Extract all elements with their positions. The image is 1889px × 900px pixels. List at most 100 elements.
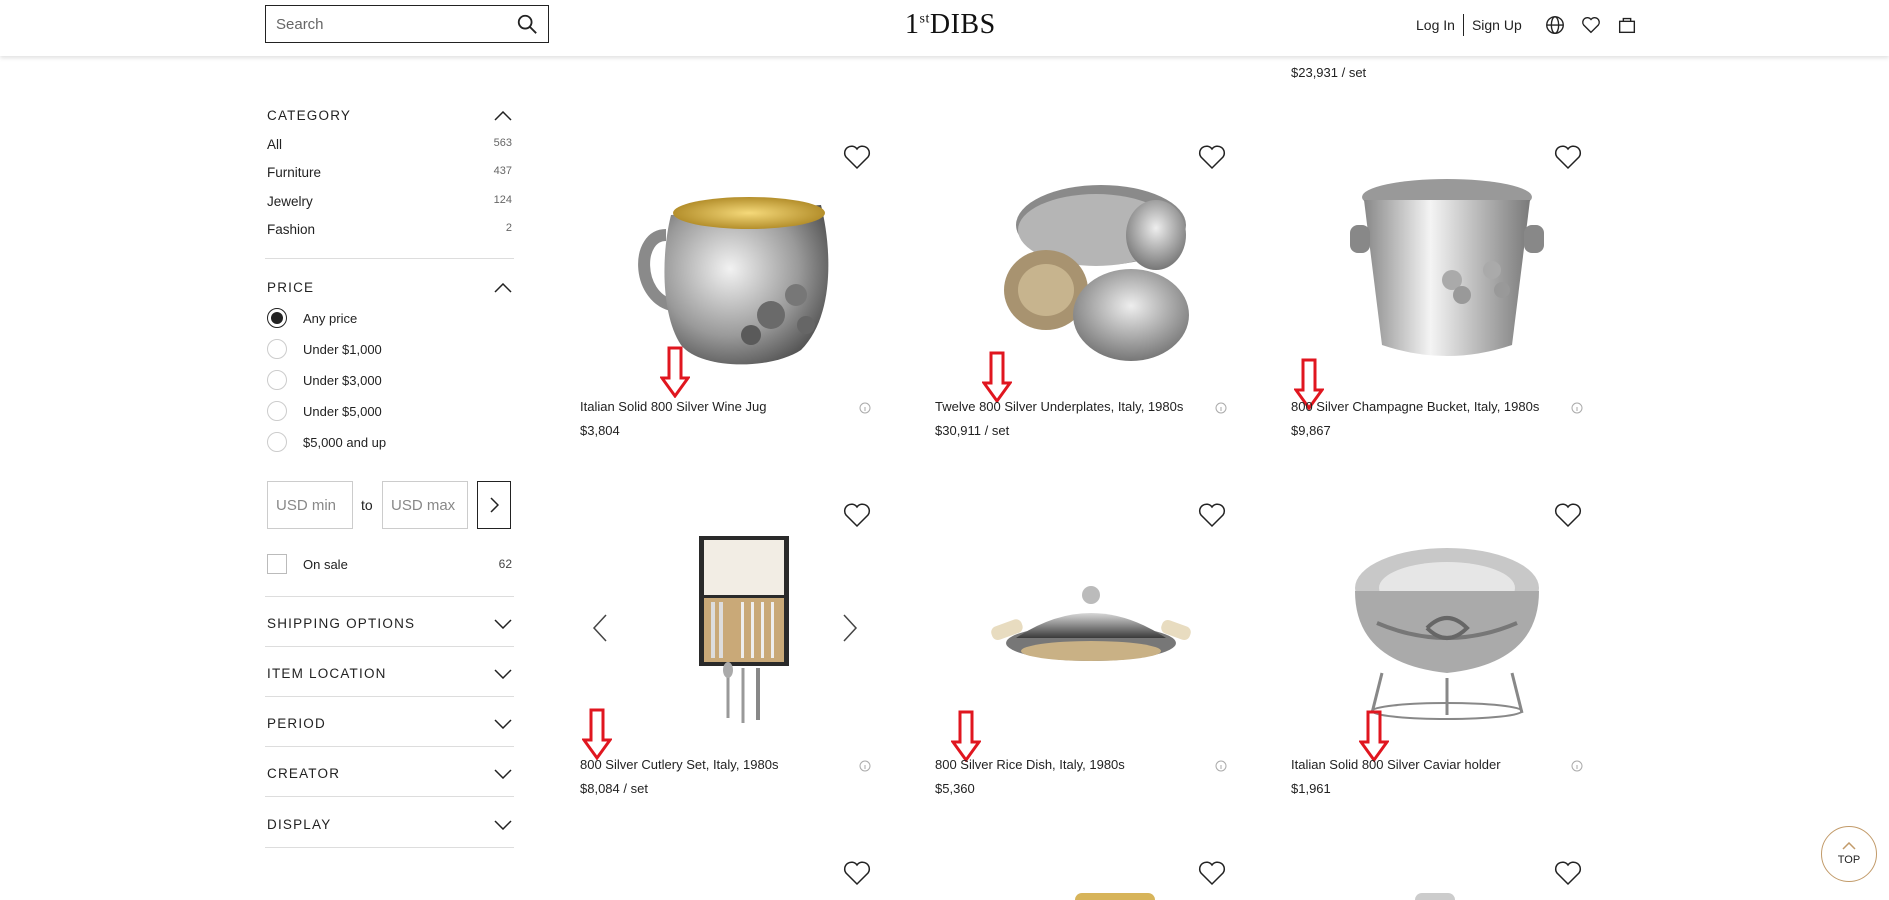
radio-button[interactable] <box>267 432 287 452</box>
bag-icon[interactable] <box>1616 14 1638 36</box>
price-option-5000-up[interactable]: $5,000 and up <box>267 432 386 452</box>
favorite-heart-icon[interactable] <box>843 860 871 886</box>
price-option-under-1000[interactable]: Under $1,000 <box>267 339 382 359</box>
product-image[interactable] <box>932 140 1250 400</box>
chevron-down-icon <box>494 768 512 779</box>
heart-icon[interactable] <box>1580 14 1602 36</box>
category-header[interactable]: CATEGORY <box>267 108 512 123</box>
search-input[interactable] <box>276 15 516 33</box>
radio-button[interactable] <box>267 339 287 359</box>
to-label: to <box>361 497 373 513</box>
product-card[interactable]: Italian Solid 800 Silver Caviar holder $… <box>1288 498 1606 808</box>
product-image[interactable] <box>577 140 895 400</box>
login-link[interactable]: Log In <box>1416 17 1455 33</box>
nav-separator <box>1462 14 1464 36</box>
globe-icon[interactable] <box>1544 14 1566 36</box>
on-sale-checkbox[interactable] <box>267 554 287 574</box>
info-icon[interactable] <box>1215 760 1227 772</box>
category-count: 437 <box>493 165 512 177</box>
underplates-image <box>1004 185 1189 361</box>
chevron-right-icon <box>490 497 499 513</box>
info-icon[interactable] <box>859 402 871 414</box>
divider <box>265 696 514 697</box>
favorite-heart-icon[interactable] <box>843 144 871 170</box>
category-item-jewelry[interactable]: Jewelry 124 <box>267 194 512 209</box>
section-item-location[interactable]: ITEM LOCATION <box>267 666 512 681</box>
category-item-fashion[interactable]: Fashion 2 <box>267 222 512 237</box>
product-price: $1,961 <box>1291 781 1331 796</box>
search-box[interactable] <box>265 5 549 43</box>
price-apply-button[interactable] <box>477 481 511 529</box>
category-label: All <box>267 137 283 152</box>
chevron-up-icon[interactable] <box>494 282 512 293</box>
carousel-next-icon[interactable] <box>840 613 860 643</box>
divider <box>265 596 514 597</box>
category-item-furniture[interactable]: Furniture 437 <box>267 165 512 180</box>
radio-button[interactable] <box>267 308 287 328</box>
carousel-prev-icon[interactable] <box>590 613 610 643</box>
favorite-heart-icon[interactable] <box>1554 860 1582 886</box>
info-icon[interactable] <box>1215 402 1227 414</box>
info-icon[interactable] <box>1571 760 1583 772</box>
favorite-heart-icon[interactable] <box>1198 860 1226 886</box>
radio-button[interactable] <box>267 370 287 390</box>
section-period[interactable]: PERIOD <box>267 716 512 731</box>
price-option-under-3000[interactable]: Under $3,000 <box>267 370 382 390</box>
product-title[interactable]: Italian Solid 800 Silver Caviar holder <box>1291 757 1501 772</box>
category-count: 2 <box>505 222 512 234</box>
chevron-up-icon[interactable] <box>494 110 512 121</box>
back-to-top-button[interactable]: TOP <box>1821 826 1877 882</box>
product-title[interactable]: 800 Silver Cutlery Set, Italy, 1980s <box>580 757 778 772</box>
section-creator[interactable]: CREATOR <box>267 766 512 781</box>
rice-dish-image <box>991 586 1191 661</box>
product-card[interactable]: 800 Silver Cutlery Set, Italy, 1980s $8,… <box>577 498 895 808</box>
partial-product-image <box>1075 893 1155 900</box>
section-display[interactable]: DISPLAY <box>267 817 512 832</box>
product-image[interactable] <box>1288 498 1606 758</box>
search-icon[interactable] <box>516 13 538 35</box>
section-title: ITEM LOCATION <box>267 666 387 681</box>
site-logo[interactable]: 1stDIBS <box>905 9 996 41</box>
product-card[interactable]: 800 Silver Champagne Bucket, Italy, 1980… <box>1288 140 1606 450</box>
divider <box>265 796 514 797</box>
category-count: 124 <box>493 194 512 206</box>
divider <box>265 847 514 848</box>
chevron-down-icon <box>494 618 512 629</box>
section-title: PERIOD <box>267 716 326 731</box>
chevron-up-icon <box>1842 842 1856 850</box>
favorite-heart-icon[interactable] <box>843 502 871 528</box>
product-title[interactable]: 800 Silver Rice Dish, Italy, 1980s <box>935 757 1125 772</box>
section-shipping-options[interactable]: SHIPPING OPTIONS <box>267 616 512 631</box>
category-label: Jewelry <box>267 194 313 209</box>
product-price: $9,867 <box>1291 423 1331 438</box>
section-title: DISPLAY <box>267 817 332 832</box>
price-min-input[interactable] <box>267 481 353 529</box>
favorite-heart-icon[interactable] <box>1554 144 1582 170</box>
chevron-down-icon <box>494 819 512 830</box>
category-item-all[interactable]: All 563 <box>267 137 512 152</box>
info-icon[interactable] <box>1571 402 1583 414</box>
signup-link[interactable]: Sign Up <box>1472 17 1522 33</box>
product-card[interactable]: Twelve 800 Silver Underplates, Italy, 19… <box>932 140 1250 450</box>
price-option-any[interactable]: Any price <box>267 308 357 328</box>
favorite-heart-icon[interactable] <box>1554 502 1582 528</box>
product-title[interactable]: Twelve 800 Silver Underplates, Italy, 19… <box>935 399 1183 414</box>
radio-label: $5,000 and up <box>303 434 387 450</box>
product-image[interactable] <box>1288 140 1606 400</box>
info-icon[interactable] <box>859 760 871 772</box>
product-card[interactable]: Italian Solid 800 Silver Wine Jug $3,804 <box>577 140 895 450</box>
product-card[interactable]: 800 Silver Rice Dish, Italy, 1980s $5,36… <box>932 498 1250 808</box>
product-title[interactable]: Italian Solid 800 Silver Wine Jug <box>580 399 766 414</box>
radio-button[interactable] <box>267 401 287 421</box>
price-max-input[interactable] <box>382 481 468 529</box>
price-option-under-5000[interactable]: Under $5,000 <box>267 401 382 421</box>
divider <box>265 258 514 259</box>
favorite-heart-icon[interactable] <box>1198 502 1226 528</box>
favorite-heart-icon[interactable] <box>1198 144 1226 170</box>
divider <box>265 646 514 647</box>
price-header[interactable]: PRICE <box>267 280 512 295</box>
category-label: Furniture <box>267 165 322 180</box>
product-price: $23,931 / set <box>1291 65 1367 80</box>
on-sale-filter[interactable]: On sale 62 <box>267 554 512 574</box>
product-title[interactable]: 800 Silver Champagne Bucket, Italy, 1980… <box>1291 399 1539 414</box>
